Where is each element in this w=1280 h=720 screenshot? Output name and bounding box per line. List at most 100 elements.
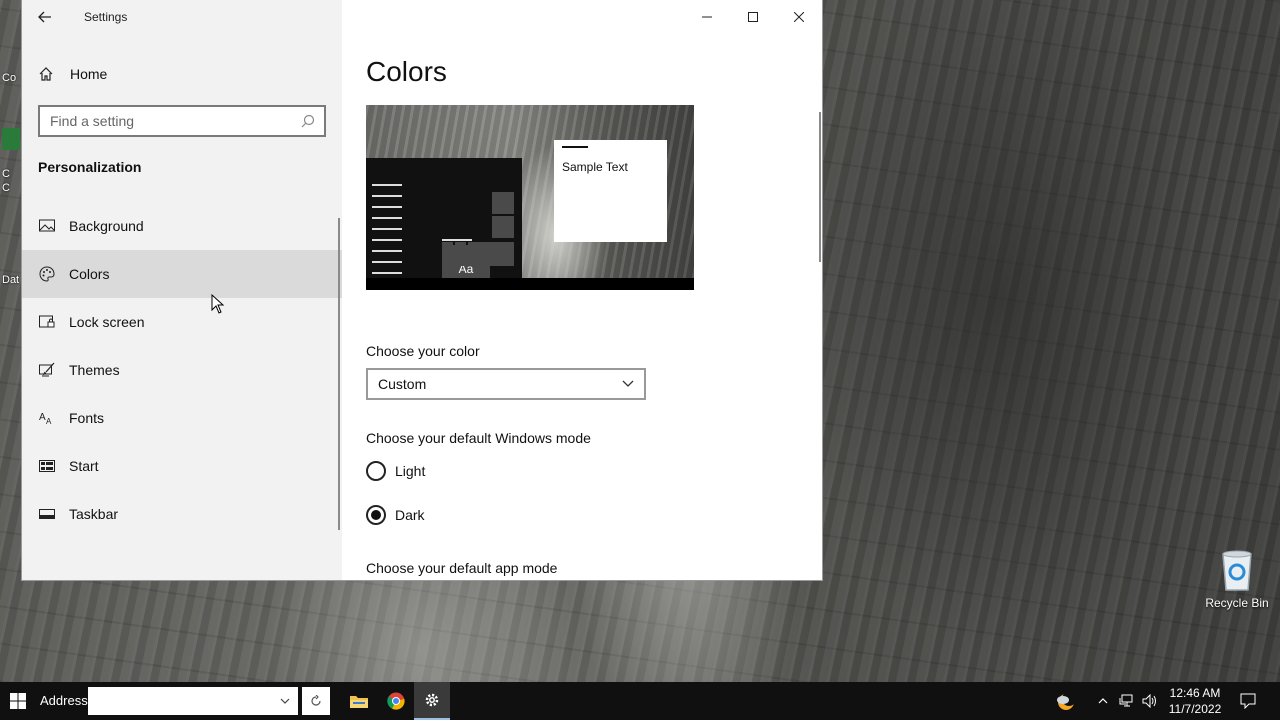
- sidebar-item-label: Background: [69, 218, 144, 234]
- settings-window: Home Personalization Background Colors: [22, 0, 822, 580]
- tray-network[interactable]: [1116, 682, 1136, 720]
- desktop-icon-label[interactable]: C: [2, 182, 20, 194]
- color-dropdown-value: Custom: [378, 376, 427, 392]
- sidebar-item-fonts[interactable]: AA Fonts: [22, 394, 342, 442]
- gear-icon: [425, 693, 439, 707]
- sidebar-item-label: Fonts: [69, 410, 105, 426]
- mode-light-radio[interactable]: Light: [366, 459, 425, 483]
- brush-icon: [38, 361, 56, 379]
- address-input[interactable]: [88, 687, 298, 715]
- sidebar-home[interactable]: Home: [38, 62, 107, 86]
- settings-main-pane: Colors Aa Sample Text Choose your color …: [342, 0, 822, 580]
- taskbar-icon: [38, 505, 56, 523]
- back-arrow-icon: [38, 11, 51, 23]
- taskbar-file-explorer[interactable]: [341, 682, 377, 720]
- chevron-down-icon: [622, 380, 634, 388]
- tray-volume[interactable]: [1140, 682, 1160, 720]
- color-dropdown[interactable]: Custom: [366, 368, 646, 400]
- taskbar-settings[interactable]: [414, 682, 450, 720]
- sidebar-scrollbar[interactable]: [338, 218, 340, 530]
- sidebar-item-label: Lock screen: [69, 314, 145, 330]
- preview-taskbar: [366, 278, 694, 290]
- chevron-down-icon: [280, 698, 290, 704]
- recycle-bin[interactable]: Recycle Bin: [1200, 548, 1274, 610]
- sidebar-item-label: Start: [69, 458, 99, 474]
- search-input[interactable]: [50, 113, 300, 129]
- color-preview: Aa Sample Text: [366, 105, 694, 290]
- radio-label: Dark: [395, 507, 425, 523]
- start-button[interactable]: [0, 682, 36, 720]
- chrome-icon: [387, 692, 405, 710]
- font-icon: AA: [38, 409, 56, 427]
- section-title: Personalization: [38, 159, 142, 175]
- folder-icon: [350, 696, 368, 708]
- search-icon[interactable]: [300, 114, 316, 128]
- desktop-icon-label[interactable]: Dat: [2, 274, 20, 286]
- desktop-icon-label[interactable]: C: [2, 168, 20, 180]
- notification-icon: [1240, 693, 1256, 709]
- radio-circle[interactable]: [366, 461, 386, 481]
- svg-text:A: A: [46, 417, 52, 425]
- radio-circle[interactable]: [366, 505, 386, 525]
- radio-label: Light: [395, 463, 426, 479]
- action-center-button[interactable]: [1236, 682, 1260, 720]
- close-icon: [794, 12, 804, 22]
- minimize-button[interactable]: [684, 0, 730, 34]
- home-icon: [38, 66, 58, 82]
- search-box[interactable]: [38, 105, 326, 137]
- sidebar-item-taskbar[interactable]: Taskbar: [22, 490, 342, 538]
- back-button[interactable]: [32, 4, 58, 30]
- windows-mode-label: Choose your default Windows mode: [366, 430, 591, 446]
- recycle-bin-icon: [1222, 550, 1252, 591]
- sidebar-item-start[interactable]: Start: [22, 442, 342, 490]
- window-title: Settings: [84, 10, 128, 24]
- sidebar-item-background[interactable]: Background: [22, 202, 342, 250]
- sidebar-item-label: Themes: [69, 362, 120, 378]
- clock-time: 12:46 AM: [1169, 686, 1221, 700]
- lock-screen-icon: [38, 313, 56, 331]
- refresh-icon: [311, 695, 321, 706]
- network-icon: [1119, 694, 1133, 707]
- app-mode-label: Choose your default app mode: [366, 560, 558, 576]
- taskbar-chrome[interactable]: [378, 682, 414, 720]
- preview-window: Sample Text: [554, 140, 667, 242]
- minimize-icon: [702, 16, 712, 18]
- palette-icon: [38, 265, 56, 283]
- taskbar: Address 12:46 AM 11/7/2022: [0, 682, 1280, 720]
- sidebar-item-label: Colors: [69, 266, 110, 282]
- preview-start-menu: Aa: [366, 158, 522, 290]
- speaker-icon: [1142, 694, 1156, 708]
- maximize-icon: [748, 12, 758, 22]
- desktop-app-icon[interactable]: [2, 128, 20, 150]
- address-go-button[interactable]: [302, 687, 330, 715]
- address-toolbar-label: Address: [40, 693, 88, 708]
- tray-show-hidden[interactable]: [1094, 682, 1112, 720]
- clock-date: 11/7/2022: [1168, 702, 1222, 716]
- preview-sample-text: Sample Text: [562, 160, 628, 174]
- recycle-bin-label: Recycle Bin: [1205, 596, 1269, 610]
- tray-weather[interactable]: [1052, 682, 1078, 720]
- home-label: Home: [70, 66, 108, 82]
- sidebar-item-label: Taskbar: [69, 506, 119, 522]
- title-bar[interactable]: Settings: [22, 0, 822, 34]
- taskbar-clock[interactable]: 12:46 AM 11/7/2022: [1160, 685, 1230, 717]
- svg-text:A: A: [39, 412, 46, 423]
- maximize-button[interactable]: [730, 0, 776, 34]
- page-title: Colors: [366, 56, 447, 87]
- settings-sidebar: Home Personalization Background Colors: [22, 0, 342, 580]
- weather-moon-icon: [1057, 692, 1076, 710]
- mode-dark-radio[interactable]: Dark: [366, 503, 425, 527]
- sidebar-item-colors[interactable]: Colors: [22, 250, 342, 298]
- windows-logo-icon: [10, 693, 26, 709]
- chevron-up-icon: [1098, 698, 1108, 704]
- desktop-icon-label[interactable]: Co: [2, 72, 20, 84]
- choose-color-label: Choose your color: [366, 343, 480, 359]
- sidebar-item-themes[interactable]: Themes: [22, 346, 342, 394]
- sidebar-item-lock-screen[interactable]: Lock screen: [22, 298, 342, 346]
- mouse-cursor-icon: [211, 294, 225, 314]
- close-button[interactable]: [776, 0, 822, 34]
- main-scrollbar[interactable]: [819, 112, 821, 262]
- sidebar-nav: Background Colors Lock screen Themes A A…: [22, 202, 342, 538]
- start-icon: [38, 457, 56, 475]
- desktop-icons-partial: Co C C Dat: [0, 30, 22, 330]
